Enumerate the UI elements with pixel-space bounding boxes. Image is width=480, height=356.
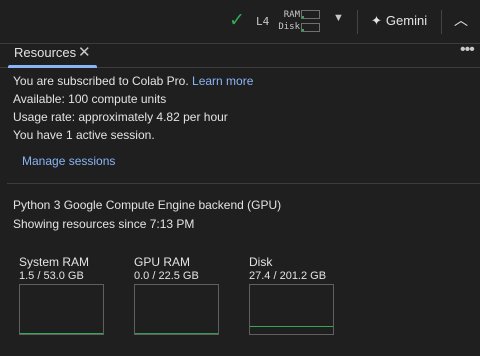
gemini-button[interactable]: ✦ Gemini <box>371 13 427 29</box>
usage-rate: Usage rate: approximately 4.82 per hour <box>13 110 228 124</box>
toolbar-divider <box>357 10 358 34</box>
close-icon[interactable]: ✕ <box>78 43 91 61</box>
manage-sessions-link[interactable]: Manage sessions <box>22 154 115 168</box>
chevron-up-icon[interactable]: ︿ <box>454 10 468 30</box>
system-ram-label: System RAM <box>19 255 90 269</box>
disk-value: 27.4 / 201.2 GB <box>249 270 327 282</box>
backend-title: Python 3 Google Compute Engine backend (… <box>13 198 282 212</box>
sparkle-icon: ✦ <box>371 13 382 28</box>
toolbar-divider <box>441 10 442 34</box>
system-ram-usage-line <box>20 332 103 334</box>
resources-since: Showing resources since 7:13 PM <box>13 217 195 231</box>
subscription-text: You are subscribed to Colab Pro. <box>13 74 189 88</box>
disk-stat: Disk 27.4 / 201.2 GB <box>249 255 334 335</box>
active-sessions: You have 1 active session. <box>13 128 155 142</box>
ram-meter-label: RAM <box>283 10 300 20</box>
subscription-line: You are subscribed to Colab Pro. Learn m… <box>13 74 253 88</box>
disk-meter <box>301 23 320 32</box>
more-options-icon[interactable]: ••• <box>460 41 475 59</box>
system-ram-value: 1.5 / 53.0 GB <box>19 270 84 282</box>
gemini-label: Gemini <box>385 13 428 28</box>
check-icon: ✓ <box>229 10 245 31</box>
ram-meter <box>301 10 320 19</box>
learn-more-link[interactable]: Learn more <box>192 74 253 88</box>
runtime-dropdown-icon[interactable]: ▼ <box>333 12 344 24</box>
disk-usage-line <box>250 326 333 334</box>
runtime-toolbar: ✓ L4 RAM Disk ▼ ✦ Gemini ︿ <box>0 0 480 44</box>
disk-meter-fill <box>302 29 305 31</box>
active-tab-indicator <box>8 65 97 68</box>
runtime-type-label: L4 <box>256 15 270 28</box>
gpu-ram-usage-line <box>135 332 218 334</box>
section-divider <box>7 183 480 184</box>
disk-meter-label: Disk <box>278 22 300 32</box>
disk-label: Disk <box>249 255 273 269</box>
gpu-ram-graph <box>134 284 219 335</box>
gpu-ram-value: 0.0 / 22.5 GB <box>134 270 199 282</box>
gpu-ram-stat: GPU RAM 0.0 / 22.5 GB <box>134 255 219 335</box>
meter-labels: RAM Disk <box>276 9 300 33</box>
disk-graph <box>249 284 334 335</box>
gpu-ram-label: GPU RAM <box>134 255 191 269</box>
tab-resources[interactable]: Resources <box>14 45 76 60</box>
system-ram-graph <box>19 284 104 335</box>
ram-meter-fill <box>302 16 304 18</box>
panel-tabbar: Resources ✕ ••• <box>0 41 480 68</box>
system-ram-stat: System RAM 1.5 / 53.0 GB <box>19 255 104 335</box>
available-units: Available: 100 compute units <box>13 92 167 106</box>
